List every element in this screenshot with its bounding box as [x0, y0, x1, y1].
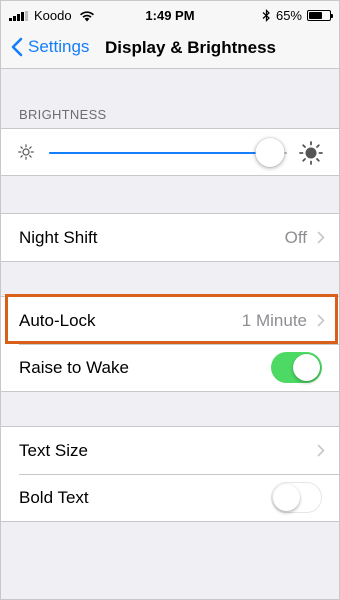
night-shift-label: Night Shift: [19, 227, 98, 247]
battery-fill: [309, 12, 322, 19]
night-shift-value: Off: [284, 227, 307, 247]
bluetooth-icon: [262, 9, 270, 22]
lock-group: Auto-Lock 1 Minute Raise to Wake: [1, 296, 339, 392]
brightness-slider-thumb[interactable]: [255, 138, 285, 167]
toggle-knob: [273, 483, 300, 511]
auto-lock-value: 1 Minute: [241, 310, 307, 330]
bold-text-label: Bold Text: [19, 487, 89, 507]
chevron-left-icon: [11, 37, 23, 57]
brightness-slider[interactable]: [49, 138, 287, 167]
text-size-row[interactable]: Text Size: [1, 427, 339, 474]
status-bar: Koodo 1:49 PM 65%: [1, 1, 339, 29]
night-shift-group: Night Shift Off: [1, 213, 339, 262]
raise-to-wake-toggle[interactable]: [271, 352, 322, 383]
back-button-label: Settings: [28, 37, 90, 56]
auto-lock-row[interactable]: Auto-Lock 1 Minute: [1, 297, 339, 344]
status-bar-right: 65%: [262, 8, 333, 23]
battery-icon: [307, 10, 333, 21]
bold-text-toggle[interactable]: [271, 482, 322, 513]
raise-to-wake-label: Raise to Wake: [19, 357, 129, 377]
toggle-knob: [293, 354, 320, 381]
brightness-slider-fill: [49, 152, 271, 154]
chevron-right-icon: [317, 231, 325, 244]
text-size-label: Text Size: [19, 440, 88, 460]
navigation-bar: Settings Display & Brightness: [1, 29, 339, 69]
text-group: Text Size Bold Text: [1, 426, 339, 522]
raise-to-wake-row: Raise to Wake: [1, 344, 339, 391]
page-title: Display & Brightness: [105, 38, 276, 57]
battery-percent: 65%: [275, 8, 302, 23]
brightness-slider-row: [1, 128, 339, 176]
brightness-section-header: BRIGHTNESS: [19, 107, 107, 122]
sun-large-icon: [299, 141, 323, 165]
sun-small-icon: [18, 144, 34, 160]
night-shift-row[interactable]: Night Shift Off: [1, 214, 339, 261]
bold-text-row: Bold Text: [1, 474, 339, 521]
chevron-right-icon: [317, 314, 325, 327]
auto-lock-label: Auto-Lock: [19, 310, 96, 330]
back-button[interactable]: Settings: [11, 37, 89, 57]
chevron-right-icon: [317, 444, 325, 457]
settings-screen: Koodo 1:49 PM 65% Settings Display & Bri…: [0, 0, 340, 600]
